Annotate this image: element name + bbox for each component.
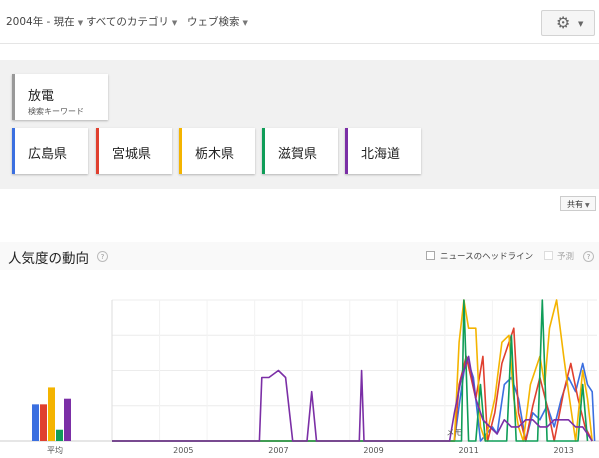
forecast-help-icon[interactable]: ? <box>583 251 594 262</box>
interest-chart: 2005 2007 2009 2011 2013 平均 メモ <box>0 299 599 455</box>
gear-icon: ⚙ <box>556 13 571 32</box>
region-label: 広島県 <box>28 147 68 162</box>
average-bar <box>64 398 71 441</box>
news-headlines-checkbox[interactable] <box>426 251 435 260</box>
region-chip[interactable]: 北海道 <box>345 128 421 174</box>
search-type-filter[interactable]: ウェブ検索 ▼ <box>187 14 248 29</box>
region-chip[interactable]: 栃木県 <box>179 128 255 174</box>
term-color-bar <box>96 128 99 174</box>
average-bar <box>40 404 47 441</box>
section-title: 人気度の動向 <box>8 251 89 267</box>
category-filter[interactable]: すべてのカテゴリ ▼ <box>86 14 177 29</box>
term-color-bar <box>12 74 15 120</box>
news-headlines-label: ニュースのヘッドライン <box>440 252 534 262</box>
series-line <box>112 327 593 442</box>
region-label: 北海道 <box>361 147 401 162</box>
x-tick-label: 2011 <box>458 446 478 455</box>
x-tick-label: 2013 <box>554 446 574 455</box>
region-chip[interactable]: 滋賀県 <box>262 128 338 174</box>
category-label: すべてのカテゴリ <box>86 16 169 28</box>
average-bar <box>48 387 55 441</box>
average-bar <box>32 404 39 441</box>
time-range-label: 2004年 - 現在 <box>6 16 75 28</box>
x-tick-label: 2007 <box>268 446 288 455</box>
term-color-bar <box>262 128 265 174</box>
share-button[interactable]: 共有 ▼ <box>560 196 596 211</box>
top-filter-bar: 2004年 - 現在 ▼ すべてのカテゴリ ▼ ウェブ検索 ▼ ⚙ ▼ <box>0 0 599 44</box>
chevron-down-icon: ▼ <box>585 202 590 209</box>
term-color-bar <box>12 128 15 174</box>
main-term-chip[interactable]: 放電 検索キーワード <box>12 74 108 120</box>
region-chip[interactable]: 宮城県 <box>96 128 172 174</box>
x-tick-label: 2009 <box>363 446 383 455</box>
time-range-filter[interactable]: 2004年 - 現在 ▼ <box>6 14 83 29</box>
settings-button[interactable]: ⚙ ▼ <box>541 10 595 36</box>
note-label: メモ <box>446 428 462 437</box>
chevron-down-icon: ▼ <box>77 19 84 27</box>
term-color-bar <box>179 128 182 174</box>
average-bar <box>56 429 63 441</box>
share-label: 共有 <box>567 200 583 209</box>
main-term-sublabel: 検索キーワード <box>28 107 84 116</box>
series-line <box>112 355 593 442</box>
term-color-bar <box>345 128 348 174</box>
help-icon[interactable]: ? <box>97 251 108 262</box>
region-chip[interactable]: 広島県 <box>12 128 88 174</box>
x-tick-label: 2005 <box>173 446 193 455</box>
forecast-checkbox[interactable] <box>544 251 553 260</box>
search-type-label: ウェブ検索 <box>187 16 240 28</box>
region-label: 栃木県 <box>195 147 235 162</box>
chevron-down-icon: ▼ <box>242 19 248 27</box>
main-term-label: 放電 <box>28 89 55 104</box>
region-label: 滋賀県 <box>278 147 318 162</box>
average-label: 平均 <box>47 445 63 455</box>
chevron-down-icon: ▼ <box>578 20 584 28</box>
interest-over-time-header: 人気度の動向 ? ニュースのヘッドライン 予測 ? <box>0 242 599 270</box>
search-terms-panel: 放電 検索キーワード 広島県 宮城県 栃木県 滋賀県 北海道 <box>0 60 599 189</box>
chevron-down-icon: ▼ <box>171 19 178 27</box>
region-label: 宮城県 <box>112 147 152 162</box>
forecast-label: 予測 <box>557 252 575 262</box>
